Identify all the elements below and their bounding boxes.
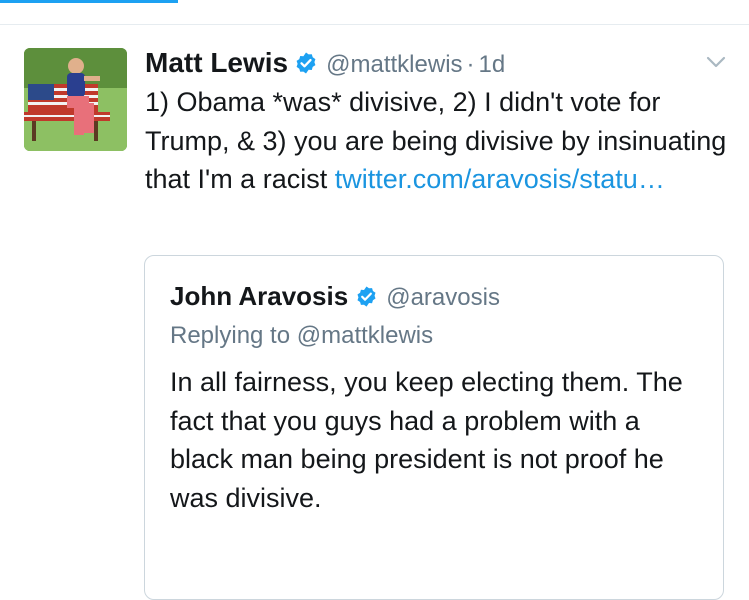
avatar[interactable] [24,48,127,151]
tweet-timestamp[interactable]: 1d [479,51,506,78]
verified-badge-icon [357,286,376,307]
author-name[interactable]: Matt Lewis [145,47,288,78]
quoted-tweet-text: In all fairness, you keep electing them.… [170,367,683,513]
header-divider [0,24,749,25]
replying-to-label: Replying to @mattklewis [170,322,434,349]
quoted-tweet-card[interactable]: John Aravosis @aravosis Replying to @mat… [144,255,724,600]
avatar-photo [24,48,127,151]
active-tab-indicator [0,0,178,3]
verified-badge-icon [296,52,316,74]
quoted-author-name: John Aravosis [170,281,349,311]
tweet-text: 1) Obama *was* divisive, 2) I didn't vot… [145,83,730,199]
quoted-author-handle: @aravosis [386,284,500,311]
author-handle[interactable]: @mattklewis [326,51,462,78]
separator-dot: · [466,51,475,78]
tweet-link[interactable]: twitter.com/aravosis/statu… [335,164,665,194]
quoted-tweet-header: John Aravosis @aravosis [170,278,500,314]
chevron-down-icon[interactable] [704,50,728,74]
tweet-header: Matt Lewis @mattklewis · 1d [145,44,705,82]
